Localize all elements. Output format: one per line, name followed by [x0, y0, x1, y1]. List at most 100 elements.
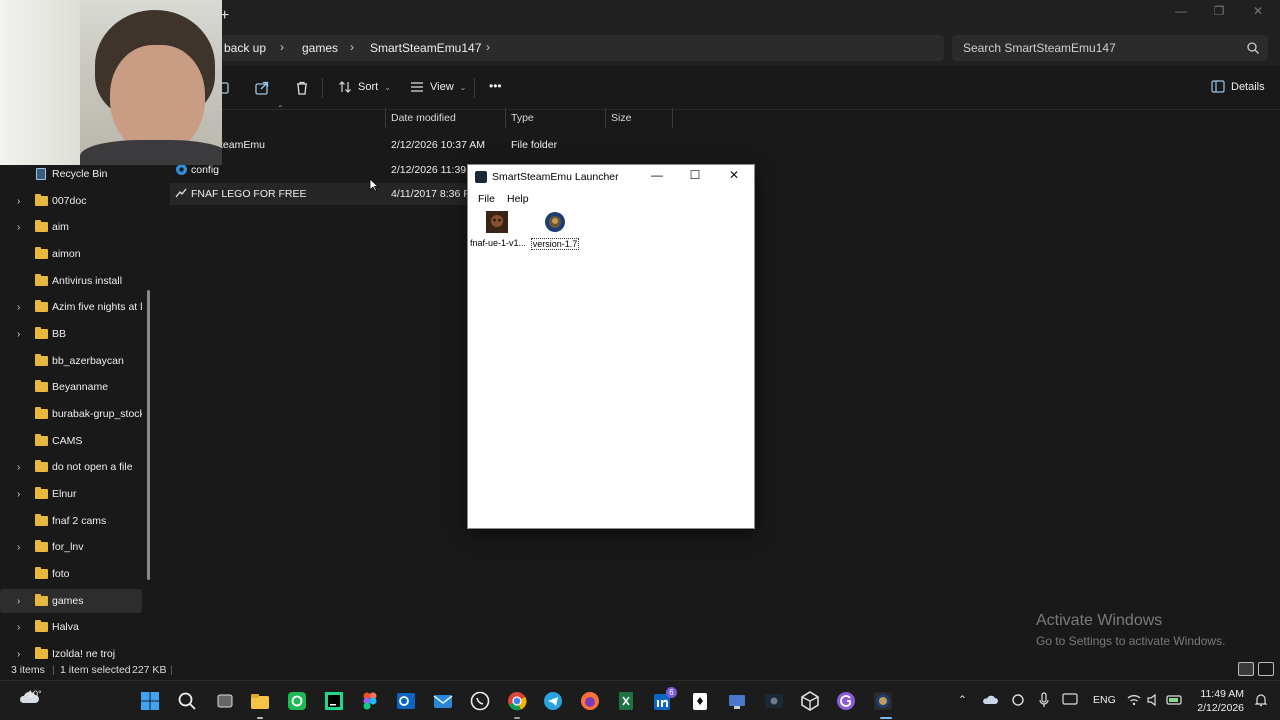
sync-icon[interactable] [1010, 693, 1026, 707]
chevron-right-icon[interactable]: › [280, 40, 284, 54]
whatsapp-icon[interactable] [470, 691, 490, 711]
greenshot-icon[interactable] [287, 691, 307, 711]
clock[interactable]: 11:49 AM 2/12/2026 [1197, 687, 1244, 715]
search-icon[interactable] [177, 691, 197, 711]
sidebar-item-for-lnv[interactable]: › for_lnv [0, 535, 142, 559]
sort-button[interactable]: Sort ⌄ [338, 80, 391, 94]
chevron-right-icon[interactable]: › [17, 222, 20, 233]
volume-icon[interactable] [1146, 693, 1160, 707]
notification-bell-icon[interactable] [1254, 693, 1268, 707]
sidebar-item-games[interactable]: › games [0, 589, 142, 613]
sidebar-item-bb-azerbaycan[interactable]: bb_azerbaycan [0, 349, 142, 373]
chevron-right-icon[interactable]: › [486, 40, 490, 54]
maximize-icon[interactable]: ☐ [681, 168, 709, 186]
mail-icon[interactable] [433, 691, 453, 711]
close-icon[interactable]: ✕ [720, 168, 748, 186]
sidebar-item-azim[interactable]: › Azim five nights at lo [0, 295, 142, 319]
more-options-button[interactable]: ••• [489, 79, 502, 93]
sidebar-item-antivirus-install[interactable]: Antivirus install [0, 269, 142, 293]
menu-help[interactable]: Help [507, 193, 529, 205]
file-type: File folder [511, 139, 558, 151]
search-box[interactable]: Search SmartSteamEmu147 [952, 35, 1268, 61]
column-header-type[interactable]: Type [511, 112, 534, 124]
grammarly-icon[interactable] [836, 691, 856, 711]
minimize-icon[interactable]: — [1166, 4, 1196, 18]
chevron-up-icon[interactable]: ⌃ [958, 694, 967, 706]
column-divider[interactable] [605, 108, 606, 128]
telegram-icon[interactable] [543, 691, 563, 711]
solitaire-icon[interactable] [690, 691, 710, 711]
task-view-icon[interactable] [215, 691, 235, 711]
sidebar-item-007doc[interactable]: › 007doc [0, 189, 142, 213]
microphone-icon[interactable] [1038, 692, 1050, 708]
sidebar-item-bb[interactable]: › BB [0, 322, 142, 346]
chevron-right-icon[interactable]: › [17, 302, 20, 313]
launcher-item-version[interactable]: version-1.7 [527, 211, 583, 252]
breadcrumb-back-up[interactable]: back up [224, 41, 266, 55]
figma-icon[interactable] [360, 691, 380, 711]
excel-file-icon[interactable] [616, 691, 636, 711]
details-button[interactable]: Details [1211, 80, 1265, 93]
steam-app-taskbar-icon[interactable] [764, 691, 784, 711]
launcher-item-fnaf[interactable]: fnaf-ue-1-v1.... [469, 211, 525, 248]
sidebar-item-izolda[interactable]: › Izolda! ne troj [0, 642, 142, 662]
file-row[interactable]: FNAF LEGO FOR FREE 4/11/2017 8:36 P [170, 183, 470, 205]
chrome-icon[interactable] [507, 691, 527, 711]
sidebar-item-do-not-open[interactable]: › do not open a file [0, 455, 142, 479]
sidebar-item-foto[interactable]: foto [0, 562, 142, 586]
outlook-icon[interactable] [396, 691, 416, 711]
sidebar-item-aim[interactable]: › aim [0, 215, 142, 239]
firefox-icon[interactable] [580, 691, 600, 711]
details-view-button[interactable] [1238, 662, 1254, 676]
close-icon[interactable]: ✕ [1243, 4, 1273, 18]
fnaf-game-taskbar-icon[interactable] [873, 691, 893, 711]
chevron-right-icon[interactable]: › [17, 196, 20, 207]
sidebar-item-halva[interactable]: › Halva [0, 615, 142, 639]
chevron-right-icon[interactable]: › [17, 649, 20, 660]
sidebar-item-aimon[interactable]: aimon [0, 242, 142, 266]
chevron-right-icon[interactable]: › [17, 542, 20, 553]
view-button[interactable]: View ⌄ [410, 80, 466, 94]
weather-temp[interactable]: 10° [28, 689, 42, 699]
network-tool-icon[interactable] [727, 691, 747, 711]
onedrive-icon[interactable] [982, 693, 998, 707]
sidebar-item-cams[interactable]: CAMS [0, 429, 142, 453]
column-divider[interactable] [505, 108, 506, 128]
address-bar[interactable]: back up › games › SmartSteamEmu147 › [220, 35, 944, 61]
chevron-right-icon[interactable]: › [17, 596, 20, 607]
chevron-right-icon[interactable]: › [17, 462, 20, 473]
keyboard-icon[interactable] [1062, 693, 1078, 705]
column-divider[interactable] [672, 108, 673, 128]
column-header-date[interactable]: Date modified [391, 112, 456, 124]
language-indicator[interactable]: ENG [1093, 694, 1116, 706]
pycharm-icon[interactable] [324, 691, 344, 711]
chevron-right-icon[interactable]: › [17, 489, 20, 500]
breadcrumb-smartsteamemu147[interactable]: SmartSteamEmu147 [370, 41, 481, 55]
tiles-view-button[interactable] [1258, 662, 1274, 676]
menu-file[interactable]: File [478, 193, 495, 205]
status-items-count: 3 items [11, 664, 45, 676]
sidebar-item-elnur[interactable]: › Elnur [0, 482, 142, 506]
sidebar-scrollbar[interactable] [147, 290, 150, 580]
sidebar-item-burabak[interactable]: burabak-grup_stock_ [0, 402, 142, 426]
minimize-icon[interactable]: — [643, 168, 671, 186]
windows-start-icon[interactable] [140, 691, 160, 711]
sidebar-item-beyanname[interactable]: Beyanname [0, 375, 142, 399]
delete-icon[interactable] [293, 79, 311, 97]
battery-charging-icon[interactable] [1166, 693, 1184, 707]
restore-icon[interactable]: ❐ [1204, 4, 1234, 18]
chevron-right-icon[interactable]: › [17, 329, 20, 340]
wifi-icon[interactable] [1126, 693, 1142, 707]
share-icon[interactable] [253, 79, 271, 97]
search-input[interactable]: Search SmartSteamEmu147 [963, 41, 1116, 55]
sidebar-item-fnaf-2-cams[interactable]: fnaf 2 cams [0, 509, 142, 533]
file-explorer-icon[interactable] [250, 691, 270, 711]
breadcrumb-games[interactable]: games [302, 41, 338, 55]
column-divider[interactable] [385, 108, 386, 128]
sidebar-item-recycle-bin[interactable]: Recycle Bin [0, 162, 142, 186]
dialog-title-bar[interactable]: SmartSteamEmu Launcher — ☐ ✕ [468, 165, 754, 189]
unity-icon[interactable] [800, 691, 820, 711]
column-header-size[interactable]: Size [611, 112, 631, 124]
chevron-right-icon[interactable]: › [350, 40, 354, 54]
chevron-right-icon[interactable]: › [17, 622, 20, 633]
